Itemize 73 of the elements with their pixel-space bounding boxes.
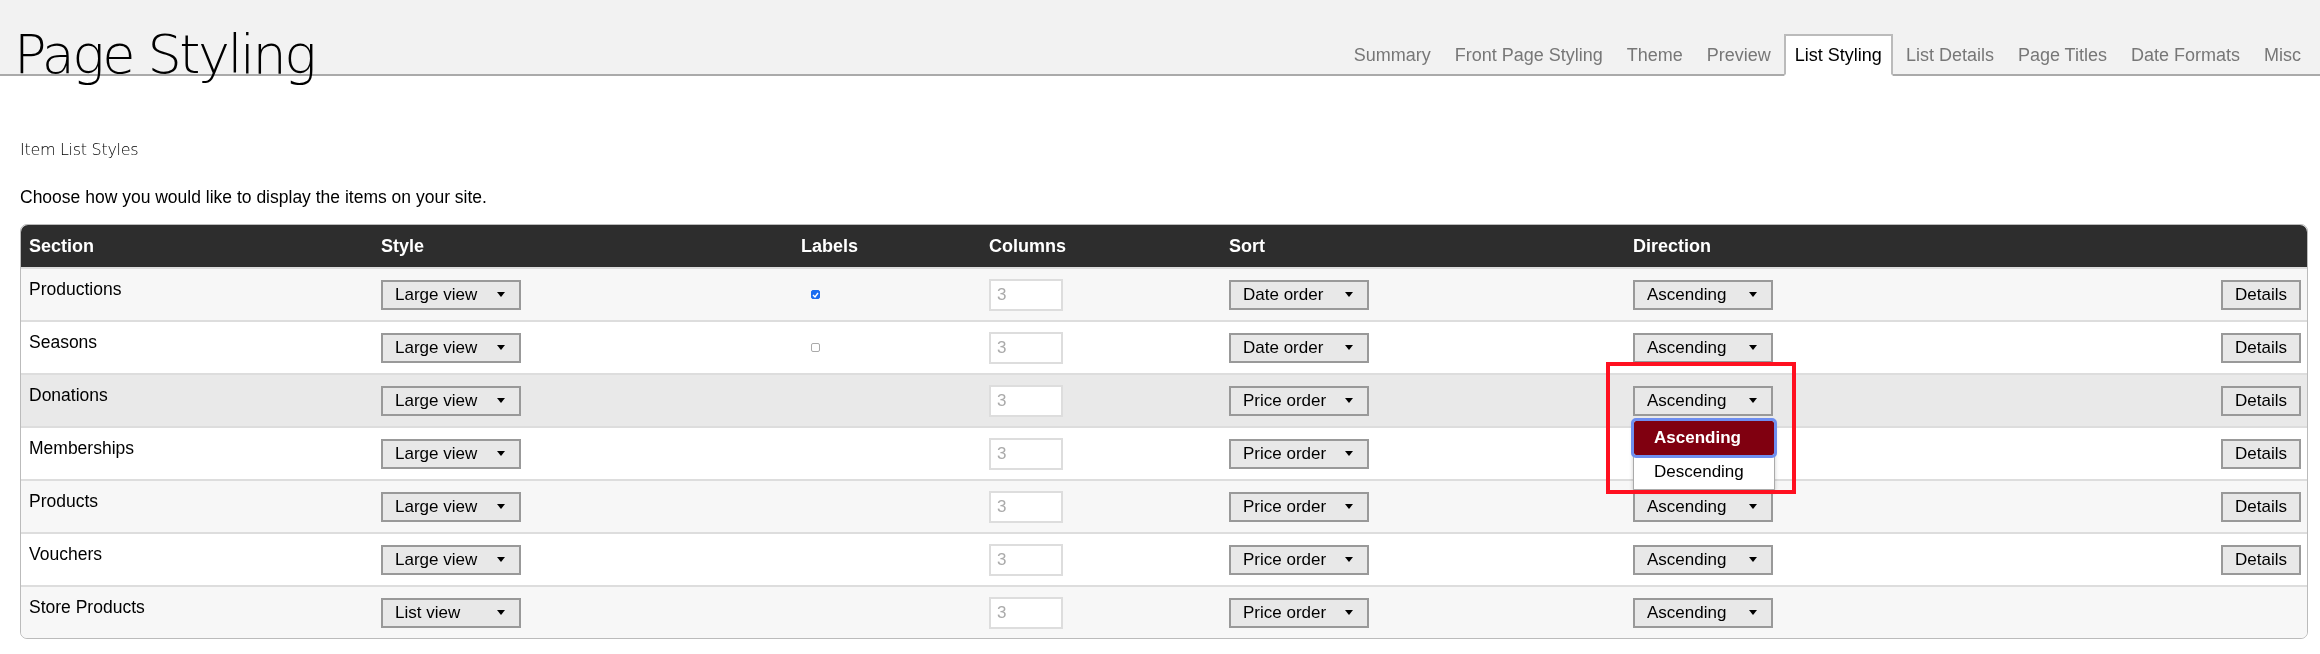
caret-icon [1345,345,1353,350]
section-name: Seasons [28,332,99,353]
section-name: Vouchers [28,544,103,565]
tab[interactable]: Preview [1695,34,1782,76]
caret-icon [497,610,505,615]
caret-icon [497,398,505,403]
caret-icon [497,292,505,297]
details-button[interactable]: Details [2221,332,2301,363]
caret-icon [1749,504,1757,509]
caret-icon [1749,610,1757,615]
section-name: Donations [28,385,109,406]
direction-select[interactable]: Ascending [1633,385,1773,416]
direction-select[interactable]: Ascending [1633,279,1773,310]
tab[interactable]: List Styling [1783,34,1893,76]
tab[interactable]: Page Titles [2006,34,2118,76]
style-select[interactable]: Large view [381,385,521,416]
tab[interactable]: Date Formats [2119,34,2251,76]
direction-select[interactable]: Ascending [1633,544,1773,575]
sort-select[interactable]: Date order [1229,332,1369,363]
style-select[interactable]: Large view [381,544,521,575]
sort-select[interactable]: Date order [1229,279,1369,310]
section-name: Productions [28,279,123,300]
tab[interactable]: Summary [1342,34,1442,76]
caret-icon [1345,398,1353,403]
section-name: Memberships [28,438,136,459]
column-header: Labels [800,235,860,257]
labels-checkbox[interactable] [811,343,820,352]
column-header: Columns [988,235,1067,257]
labels-checkbox[interactable] [811,290,820,299]
caret-icon [1345,451,1353,456]
details-button[interactable]: Details [2221,491,2301,522]
column-header: Direction [1632,235,1712,257]
tab[interactable]: List Details [1894,34,2005,76]
details-button[interactable]: Details [2221,385,2301,416]
sort-select[interactable]: Price order [1229,597,1369,628]
caret-icon [1749,557,1757,562]
style-select[interactable]: List view [381,597,521,628]
caret-icon [1749,292,1757,297]
style-select[interactable]: Large view [381,438,521,469]
caret-icon [1749,398,1757,403]
sort-select[interactable]: Price order [1229,438,1369,469]
page-title: Page Styling [14,24,315,84]
details-button[interactable]: Details [2221,544,2301,575]
caret-icon [1345,292,1353,297]
intro-text: Choose how you would like to display the items on your site. [20,187,488,208]
direction-select[interactable]: Ascending [1633,332,1773,363]
caret-icon [1749,345,1757,350]
tab[interactable]: Theme [1615,34,1694,76]
style-select[interactable]: Large view [381,332,521,363]
tab[interactable]: Misc [2253,34,2312,76]
style-select[interactable]: Large view [381,279,521,310]
column-header: Section [28,235,95,257]
tab[interactable]: Front Page Styling [1443,34,1614,76]
section-name: Products [28,491,100,512]
caret-icon [497,557,505,562]
caret-icon [1345,610,1353,615]
sort-select[interactable]: Price order [1229,544,1369,575]
caret-icon [1345,557,1353,562]
details-button[interactable]: Details [2221,279,2301,310]
section-name: Store Products [28,597,146,618]
column-header: Sort [1228,235,1266,257]
style-select[interactable]: Large view [381,491,521,522]
sort-select[interactable]: Price order [1229,385,1369,416]
caret-icon [497,451,505,456]
caret-icon [497,345,505,350]
details-button[interactable]: Details [2221,438,2301,469]
section-title: Item List Styles [20,140,140,159]
dropdown-option[interactable]: Ascending [1634,420,1774,455]
direction-select[interactable]: Ascending [1633,597,1773,628]
caret-icon [497,504,505,509]
column-header: Style [380,235,426,257]
caret-icon [1345,504,1353,509]
sort-select[interactable]: Price order [1229,491,1369,522]
